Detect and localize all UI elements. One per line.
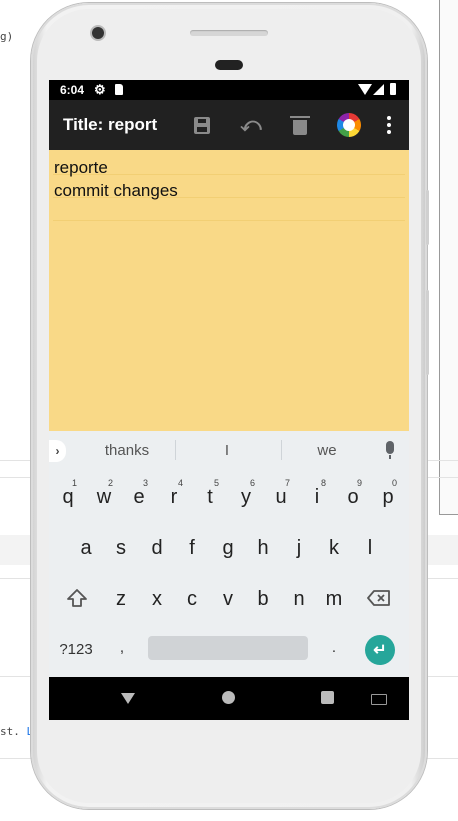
key-number: 6 [250, 478, 256, 488]
save-icon[interactable] [189, 112, 215, 138]
note-rule [53, 220, 405, 221]
color-picker-icon[interactable] [336, 112, 362, 138]
suggestion-word[interactable]: I [207, 442, 247, 459]
soft-keyboard: › thanks I we q1 w2 e3 r4 t5 y6 u7 i8 o9… [49, 431, 409, 677]
key-label: r [170, 486, 178, 508]
delete-icon[interactable] [287, 112, 313, 138]
key-n[interactable]: n [281, 588, 317, 611]
shift-icon[interactable] [66, 588, 88, 608]
signal-icon [373, 84, 384, 95]
period-key[interactable]: . [316, 639, 352, 656]
back-icon[interactable] [121, 693, 135, 704]
backspace-icon[interactable] [367, 589, 391, 607]
key-k[interactable]: k [316, 537, 352, 560]
key-b[interactable]: b [245, 588, 281, 611]
key-label: p [382, 486, 394, 508]
enter-arrow-icon: ↵ [373, 642, 387, 659]
key-x[interactable]: x [139, 588, 175, 611]
sd-card-icon [115, 84, 123, 95]
note-line: commit changes [54, 181, 178, 200]
key-label: t [207, 486, 213, 508]
key-label: o [347, 486, 359, 508]
key-m[interactable]: m [316, 588, 352, 611]
note-line: reporte [54, 158, 108, 177]
key-q[interactable]: q1 [50, 478, 86, 509]
key-c[interactable]: c [174, 588, 210, 611]
key-label: e [133, 486, 145, 508]
key-t[interactable]: t5 [192, 478, 228, 509]
device-screen: 6:04 ⚙ Title: report ⤺ reporte commit ch… [49, 80, 409, 720]
status-time: 6:04 [60, 83, 85, 97]
recents-icon[interactable] [321, 691, 334, 704]
overflow-menu-icon[interactable] [376, 112, 402, 138]
earpiece-speaker [190, 30, 268, 36]
wifi-icon [358, 84, 372, 95]
key-label: q [62, 486, 74, 508]
status-bar: 6:04 ⚙ [49, 80, 409, 100]
home-icon[interactable] [222, 691, 235, 704]
key-h[interactable]: h [245, 537, 281, 560]
key-z[interactable]: z [103, 588, 139, 611]
key-number: 7 [285, 478, 291, 488]
key-number: 1 [72, 478, 78, 488]
suggestion-divider [175, 440, 176, 460]
key-label: y [241, 486, 251, 508]
key-p[interactable]: p0 [370, 478, 406, 509]
key-number: 0 [392, 478, 398, 488]
symbols-key[interactable]: ?123 [55, 641, 97, 658]
suggestion-word[interactable]: thanks [97, 442, 157, 459]
key-label: w [96, 486, 112, 508]
key-e[interactable]: e3 [121, 478, 157, 509]
gear-icon: ⚙ [94, 82, 106, 97]
key-u[interactable]: u7 [263, 478, 299, 509]
microphone-stand [389, 455, 391, 459]
key-r[interactable]: r4 [156, 478, 192, 509]
note-editor[interactable]: reporte commit changes [49, 150, 409, 431]
volume-button[interactable] [426, 290, 429, 375]
navigation-bar [49, 677, 409, 720]
proximity-sensor [215, 60, 243, 70]
app-toolbar: Title: report ⤺ [49, 100, 409, 150]
key-number: 2 [108, 478, 114, 488]
key-f[interactable]: f [174, 537, 210, 560]
keyboard-switch-icon[interactable] [371, 694, 387, 705]
background-link-prefix: st. [0, 725, 20, 738]
undo-icon[interactable]: ⤺ [238, 112, 264, 138]
chevron-right-icon[interactable]: › [49, 440, 66, 462]
key-number: 5 [214, 478, 220, 488]
background-panel [439, 0, 458, 515]
key-d[interactable]: d [139, 537, 175, 560]
suggestion-divider [281, 440, 282, 460]
key-l[interactable]: l [352, 537, 388, 560]
key-number: 8 [321, 478, 327, 488]
key-a[interactable]: a [68, 537, 104, 560]
comma-key[interactable]: , [104, 639, 140, 656]
key-j[interactable]: j [281, 537, 317, 560]
key-label: u [275, 486, 287, 508]
key-number: 3 [143, 478, 149, 488]
note-title: Title: report [63, 115, 158, 134]
key-s[interactable]: s [103, 537, 139, 560]
front-camera [92, 27, 104, 39]
key-y[interactable]: y6 [228, 478, 264, 509]
background-code-fragment: g) [0, 30, 14, 43]
suggestion-word[interactable]: we [307, 442, 347, 459]
power-button[interactable] [426, 190, 429, 245]
key-w[interactable]: w2 [86, 478, 122, 509]
key-g[interactable]: g [210, 537, 246, 560]
key-i[interactable]: i8 [299, 478, 335, 509]
key-v[interactable]: v [210, 588, 246, 611]
battery-icon [390, 83, 396, 95]
key-number: 4 [178, 478, 184, 488]
suggestion-strip: › thanks I we [49, 431, 409, 469]
key-o[interactable]: o9 [335, 478, 371, 509]
key-label: i [314, 486, 320, 508]
key-number: 9 [357, 478, 363, 488]
microphone-icon[interactable] [386, 441, 394, 454]
space-bar[interactable] [148, 636, 308, 660]
enter-key[interactable]: ↵ [365, 635, 395, 665]
